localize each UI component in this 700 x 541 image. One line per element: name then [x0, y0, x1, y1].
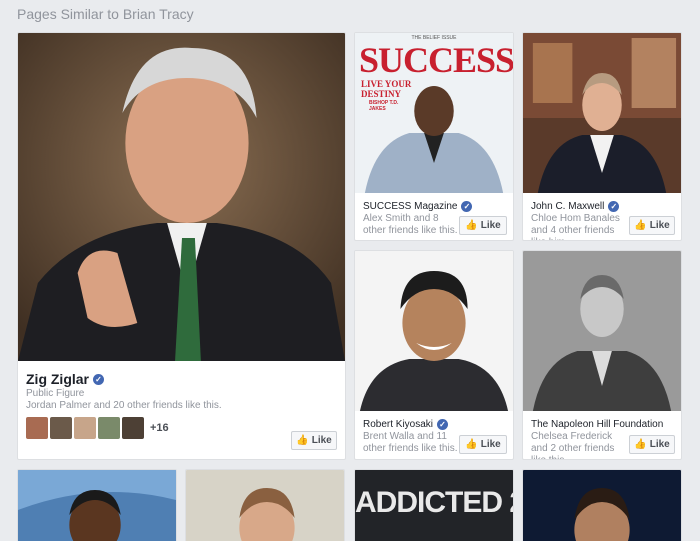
profile-photo-napoleon-hill[interactable] [523, 251, 681, 411]
section-title: Pages Similar to Brian Tracy [17, 6, 194, 22]
page-name[interactable]: Zig Ziglar [26, 371, 89, 387]
profile-photo-robert-kiyosaki[interactable] [355, 251, 513, 411]
page-name[interactable]: SUCCESS Magazine [363, 201, 457, 212]
like-button[interactable]: 👍 Like [459, 435, 507, 454]
like-button[interactable]: 👍 Like [291, 431, 337, 450]
thumbs-up-icon: 👍 [296, 435, 309, 446]
friend-avatars: +16 [26, 417, 169, 439]
like-label: Like [649, 220, 670, 231]
like-label: Like [649, 439, 670, 450]
page-name[interactable]: Robert Kiyosaki [363, 419, 433, 430]
friends-like-text[interactable]: Alex Smith and 8 other friends like this… [363, 213, 458, 237]
profile-photo[interactable] [186, 470, 344, 541]
like-label: Like [480, 220, 501, 231]
friend-avatar[interactable] [26, 417, 48, 439]
page-card-partial-4[interactable] [522, 469, 682, 541]
page-card-robert-kiyosaki[interactable]: Robert Kiyosaki ✓ Brent Walla and 11 oth… [354, 250, 514, 460]
more-friends-count[interactable]: +16 [150, 422, 169, 434]
like-button[interactable]: 👍 Like [629, 216, 675, 235]
magazine-cover-person: BISHOP T.D. JAKES [369, 100, 399, 112]
friends-like-text[interactable]: Brent Walla and 11 other friends like th… [363, 431, 458, 455]
profile-photo[interactable] [523, 470, 681, 541]
page-card-partial-2[interactable] [185, 469, 345, 541]
headline-line-1: LIVE YOUR [361, 79, 412, 89]
friend-avatar[interactable] [122, 417, 144, 439]
verified-badge-icon: ✓ [93, 373, 104, 385]
verified-badge-icon: ✓ [437, 419, 449, 430]
like-button[interactable]: 👍 Like [629, 435, 675, 454]
like-label: Like [311, 435, 332, 446]
thumbs-up-icon: 👍 [634, 220, 647, 231]
verified-badge-icon: ✓ [461, 201, 473, 212]
verified-badge-icon: ✓ [608, 201, 620, 212]
like-button[interactable]: 👍 Like [459, 216, 507, 235]
poster-title: ADDICTED 2 [355, 486, 514, 519]
like-label: Like [480, 439, 501, 450]
page-card-partial-3[interactable]: ADDICTED 2 [354, 469, 514, 541]
page-card-john-maxwell[interactable]: John C. Maxwell ✓ Chloe Hom Banales and … [522, 32, 682, 241]
magazine-masthead: SUCCESS [359, 40, 514, 80]
friend-avatar[interactable] [98, 417, 120, 439]
page-name[interactable]: John C. Maxwell [531, 201, 604, 212]
profile-photo[interactable] [18, 470, 176, 541]
page-card-zig-ziglar[interactable]: Zig Ziglar ✓ Public Figure Jordan Palmer… [17, 32, 346, 460]
profile-photo-zig-ziglar[interactable] [18, 33, 345, 361]
headline-line-2: DESTINY [361, 89, 402, 99]
friends-like-text[interactable]: Chloe Hom Banales and 4 other friends li… [531, 213, 629, 240]
page-name[interactable]: The Napoleon Hill Foundation [531, 419, 663, 430]
page-card-napoleon-hill-foundation[interactable]: The Napoleon Hill Foundation Chelsea Fre… [522, 250, 682, 460]
friends-like-text[interactable]: Jordan Palmer and 20 other friends like … [26, 400, 222, 412]
thumbs-up-icon: 👍 [465, 439, 478, 450]
profile-photo-john-maxwell[interactable] [523, 33, 681, 193]
thumbs-up-icon: 👍 [465, 220, 478, 231]
page-card-partial-1[interactable] [17, 469, 177, 541]
friends-like-text[interactable]: Chelsea Frederick and 2 other friends li… [531, 431, 629, 459]
friend-avatar[interactable] [74, 417, 96, 439]
page-category: Public Figure [26, 388, 85, 399]
thumbs-up-icon: 👍 [634, 439, 647, 450]
page-card-success-magazine[interactable]: THE BELIEF ISSUE SUCCESS LIVE YOUR DESTI… [354, 32, 514, 241]
magazine-headline: LIVE YOUR DESTINY [361, 79, 411, 99]
friend-avatar[interactable] [50, 417, 72, 439]
